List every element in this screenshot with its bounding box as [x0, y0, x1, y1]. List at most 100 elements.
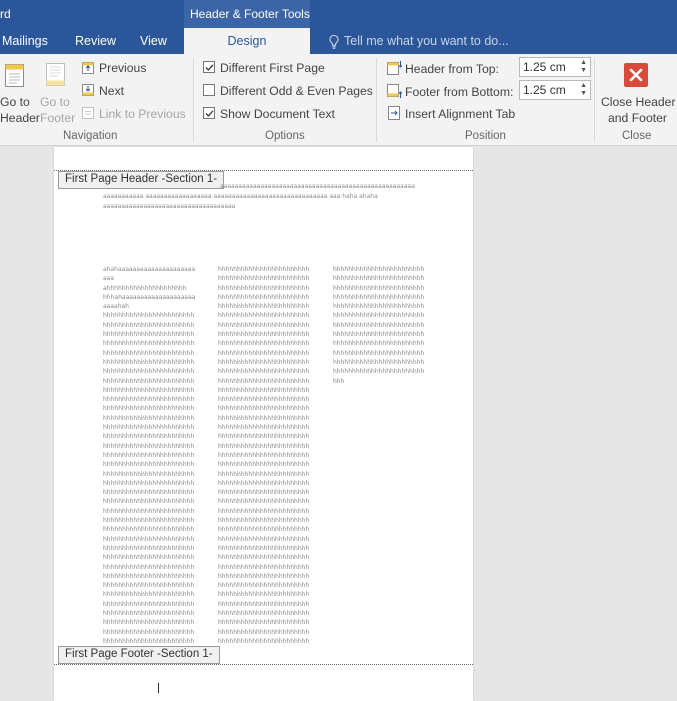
- close-header-footer-label-1[interactable]: Close Header: [601, 95, 676, 109]
- tell-me-box[interactable]: Tell me what you want to do...: [328, 34, 509, 49]
- next-button[interactable]: Next: [99, 84, 124, 98]
- different-odd-even-checkbox[interactable]: [203, 84, 215, 96]
- body-text-line: hhhhhhhhhhhhhhhhhhhhhhhh: [333, 349, 425, 357]
- body-text-line: hhhhhhhhhhhhhhhhhhhhhhhh: [333, 358, 425, 366]
- body-text-line: hhhhhhhhhhhhhhhhhhhhhhhh: [103, 358, 195, 366]
- position-group-label: Position: [465, 130, 506, 142]
- body-text-line: hhhhhhhhhhhhhhhhhhhhhhhh: [218, 619, 310, 627]
- tab-design[interactable]: Design: [184, 28, 310, 54]
- next-icon: [82, 84, 94, 96]
- lightbulb-icon: [329, 34, 339, 49]
- navigation-group-label: Navigation: [63, 130, 118, 142]
- body-text-line: hhhhhhhhhhhhhhhhhhhhhhhh: [103, 498, 195, 506]
- body-text-line: hhhhhhhhhhhhhhhhhhhhhhhh: [103, 377, 195, 385]
- header-from-top-input[interactable]: 1.25 cm ▲ ▼: [519, 57, 591, 77]
- body-text-line: hhhhhhhhhhhhhhhhhhhhhhhh: [333, 368, 425, 376]
- body-text-line: hhhhhhhhhhhhhhhhhhhhhhhh: [218, 284, 310, 292]
- body-text-line: hhhhhhhhhhhhhhhhhhhhhhhh: [103, 535, 195, 543]
- body-text-line: hhhhhhhhhhhhhhhhhhhhhhhh: [103, 600, 195, 608]
- document-page[interactable]: First Page Header -Section 1- aaaaaaaaaa…: [54, 147, 473, 701]
- go-to-header-label-2[interactable]: Header: [0, 111, 40, 125]
- body-text-line: hhhhhhhhhhhhhhhhhhhhhhhh: [218, 331, 310, 339]
- body-text-line: hhhhhhhhhhhhhhhhhhhhhhhh: [218, 582, 310, 590]
- show-document-text-label[interactable]: Show Document Text: [220, 107, 335, 121]
- document-workspace[interactable]: First Page Header -Section 1- aaaaaaaaaa…: [0, 147, 677, 701]
- previous-button[interactable]: Previous: [99, 61, 146, 75]
- body-text-line: hhhhhhhhhhhhhhhhhhhhhhhh: [218, 572, 310, 580]
- tab-view[interactable]: View: [140, 34, 167, 48]
- title-bar: rd Header & Footer Tools: [0, 0, 677, 28]
- tab-review[interactable]: Review: [75, 34, 116, 48]
- body-text-line: hhhhhhhhhhhhhhhhhhhhhhhh: [103, 349, 195, 357]
- body-text-line: hhhhhhhhhhhhhhhhhhhhhhhh: [218, 275, 310, 283]
- body-text-line: hhhhhhhhhhhhhhhhhhhhhhhh: [103, 582, 195, 590]
- insert-alignment-tab-button[interactable]: Insert Alignment Tab: [405, 107, 515, 121]
- link-to-previous-button[interactable]: Link to Previous: [99, 107, 186, 121]
- body-text-line: hhhhhhhhhhhhhhhhhhhhhhhh: [103, 507, 195, 515]
- body-text-line: hhhhhhhhhhhhhhhhhhhhhhhh: [218, 293, 310, 301]
- body-text-line: hhhhhhhhhhhhhhhhhhhhhhhh: [218, 544, 310, 552]
- contextual-tab-group-label: Header & Footer Tools: [190, 7, 310, 21]
- body-text-line: hhhhhhhhhhhhhhhhhhhhhhhh: [103, 396, 195, 404]
- body-text-line: hhhhhhhhhhhhhhhhhhhhhhhh: [218, 433, 310, 441]
- body-text-line: hhhhhhhhhhhhhhhhhhhhhhhh: [218, 489, 310, 497]
- body-text-line: hhhhhhhhhhhhhhhhhhhhhhhh: [103, 340, 195, 348]
- body-text-line: hhhhhhhhhhhhhhhhhhhhhhhh: [218, 303, 310, 311]
- different-first-page-checkbox[interactable]: [203, 61, 215, 73]
- link-to-previous-icon: [82, 107, 94, 119]
- body-text-line: hhh: [333, 377, 345, 385]
- tab-mailings[interactable]: Mailings: [2, 34, 48, 48]
- body-text-line: hhhhhhhhhhhhhhhhhhhhhhhh: [103, 442, 195, 450]
- body-text-line: hhhhhhhhhhhhhhhhhhhhhhhh: [218, 535, 310, 543]
- different-first-page-label[interactable]: Different First Page: [220, 61, 325, 75]
- spinner-arrows-icon[interactable]: ▲ ▼: [580, 59, 587, 75]
- header-from-top-label: Header from Top:: [405, 62, 499, 76]
- close-header-footer-label-2[interactable]: and Footer: [608, 111, 667, 125]
- header-text-line[interactable]: aaaaaaaaaaaaaaaaaaaaaaaaaaaaaaaaaaaa: [103, 202, 235, 211]
- body-text-line: hhhhhhhhhhhhhhhhhhhhhhhh: [103, 544, 195, 552]
- body-text-line: hhhhhhhhhhhhhhhhhhhhhhhh: [333, 331, 425, 339]
- header-from-top-value: 1.25 cm: [523, 60, 566, 74]
- body-text-line: hhhhhhhhhhhhhhhhhhhhhhhh: [333, 312, 425, 320]
- different-odd-even-label[interactable]: Different Odd & Even Pages: [220, 84, 373, 98]
- body-column-1[interactable]: ahahaaaaaaaaaaaaaaaaaaaaa aaa ahhhhhhhhhhh…: [103, 265, 195, 646]
- header-from-top-icon: [387, 61, 402, 75]
- go-to-header-label-1[interactable]: Go to: [0, 95, 30, 109]
- body-text-line: hhhhhhhhhhhhhhhhhhhhhhhh: [218, 609, 310, 617]
- body-text-line: hhhhhhhhhhhhhhhhhhhhhhhh: [218, 451, 310, 459]
- body-text-line: hhhhhhhhhhhhhhhhhhhhhhhh: [218, 358, 310, 366]
- body-column-2[interactable]: hhhhhhhhhhhhhhhhhhhhhhhh hhhhhhhhhhhhhhhh…: [218, 265, 309, 646]
- body-text-line: hhhhhhhhhhhhhhhhhhhhhhhh: [103, 405, 195, 413]
- footer-boundary-line: [54, 664, 473, 665]
- go-to-footer-icon: [46, 63, 65, 86]
- show-document-text-checkbox[interactable]: [203, 107, 215, 119]
- header-text-line[interactable]: aaaaaaaaaaaaaaaaaaaaaaaaaaaaaaaaaaaaaaaa…: [220, 182, 415, 191]
- go-to-footer-label-1[interactable]: Go to: [40, 95, 70, 109]
- footer-from-bottom-input[interactable]: 1.25 cm ▲ ▼: [519, 80, 591, 100]
- go-to-footer-label-2[interactable]: Footer: [40, 111, 75, 125]
- body-text-line: hhhhhhhhhhhhhhhhhhhhhhhh: [333, 321, 425, 329]
- body-text-line: hhhhhhhhhhhhhhhhhhhhhhhh: [103, 563, 195, 571]
- body-text-line: hhhhhhhhhhhhhhhhhhhhhhhh: [103, 368, 195, 376]
- app-title-fragment: rd: [0, 7, 11, 21]
- body-text-line: hhhhhhhhhhhhhhhhhhhhhhhh: [218, 628, 310, 636]
- body-text-line: hhhhhhhhhhhhhhhhhhhhhhhh: [218, 479, 310, 487]
- body-text-line: hhhhhhhhhhhhhhhhhhhhhhhh: [218, 637, 310, 645]
- spinner-arrows-icon[interactable]: ▲ ▼: [580, 82, 587, 98]
- body-text-line: hhhhhhhhhhhhhhhhhhhhhhhh: [103, 489, 195, 497]
- body-text-line: hhhhhhhhhhhhhhhhhhhhhhhh: [218, 526, 310, 534]
- body-text-line: hhhhhhhhhhhhhhhhhhhhhhhh: [218, 600, 310, 608]
- body-text-line: hhhhhhhhhhhhhhhhhhhhhhhh: [103, 321, 195, 329]
- body-text-line: aaa: [103, 275, 115, 283]
- footer-from-bottom-value: 1.25 cm: [523, 83, 566, 97]
- body-text-line: hhhhhhhhhhhhhhhhhhhhhhhh: [218, 414, 310, 422]
- text-cursor: [158, 683, 159, 693]
- body-text-line: hhhhhhhhhhhhhhhhhhhhhhhh: [218, 377, 310, 385]
- close-header-footer-icon[interactable]: [624, 63, 648, 87]
- body-column-3[interactable]: hhhhhhhhhhhhhhhhhhhhhhhh hhhhhhhhhhhhhhhh…: [333, 265, 424, 386]
- header-text-line[interactable]: aaaaaaaaaaa aaaaaaaaaaaaaaaaaa aaaaaaaaa…: [103, 192, 378, 201]
- body-text-line: hhhhhhhhhhhhhhhhhhhhhhhh: [218, 517, 310, 525]
- body-text-line: hhhhhhhhhhhhhhhhhhhhhhhh: [218, 461, 310, 469]
- body-text-line: hhhhhhhhhhhhhhhhhhhhhhhh: [218, 442, 310, 450]
- insert-alignment-tab-icon: [388, 106, 400, 120]
